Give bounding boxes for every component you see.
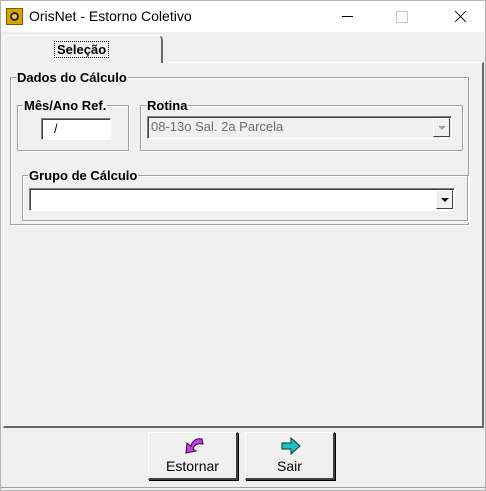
- rotina-label: Rotina: [146, 98, 189, 113]
- minimize-button[interactable]: [324, 1, 370, 32]
- grupo-calculo-dropdown-button[interactable]: [436, 190, 453, 209]
- main-window: OrisNet - Estorno Coletivo Seleção Dados…: [0, 0, 486, 491]
- rotina-select: 08-13o Sal. 2a Parcela: [147, 116, 452, 139]
- chevron-down-icon: [441, 198, 449, 202]
- undo-arrow-icon: [185, 438, 204, 454]
- orisnet-app-icon[interactable]: [6, 8, 23, 25]
- estornar-button[interactable]: Estornar: [148, 432, 238, 480]
- grupo-calculo-select[interactable]: [29, 188, 455, 211]
- sair-button[interactable]: Sair: [245, 432, 335, 480]
- maximize-button: [378, 1, 424, 32]
- bottom-divider: [1, 487, 485, 488]
- mes-ano-input[interactable]: /: [41, 118, 111, 140]
- dados-calculo-label: Dados do Cálculo: [16, 70, 128, 85]
- tab-selecao-label: Seleção: [54, 41, 110, 58]
- window-title: OrisNet - Estorno Coletivo: [29, 8, 192, 24]
- title-bar[interactable]: OrisNet - Estorno Coletivo: [1, 1, 485, 32]
- rotina-dropdown-button: [433, 118, 450, 137]
- rotina-group: Rotina 08-13o Sal. 2a Parcela: [140, 98, 463, 151]
- tab-page-selecao: Dados do Cálculo Mês/Ano Ref. / Rotina 0…: [3, 62, 484, 428]
- chevron-down-icon: [438, 126, 446, 130]
- exit-arrow-icon: [281, 436, 301, 456]
- mes-ano-value: /: [54, 121, 58, 136]
- mes-ano-label: Mês/Ano Ref.: [23, 98, 108, 113]
- grupo-calculo-label: Grupo de Cálculo: [28, 168, 139, 183]
- grupo-calculo-group: Grupo de Cálculo: [22, 168, 468, 221]
- estornar-label: Estornar: [166, 458, 219, 474]
- tab-selecao[interactable]: Seleção: [3, 35, 163, 63]
- close-button[interactable]: [438, 1, 484, 32]
- rotina-value: 08-13o Sal. 2a Parcela: [151, 119, 284, 134]
- sair-label: Sair: [277, 458, 302, 474]
- mes-ano-group: Mês/Ano Ref. /: [17, 98, 129, 151]
